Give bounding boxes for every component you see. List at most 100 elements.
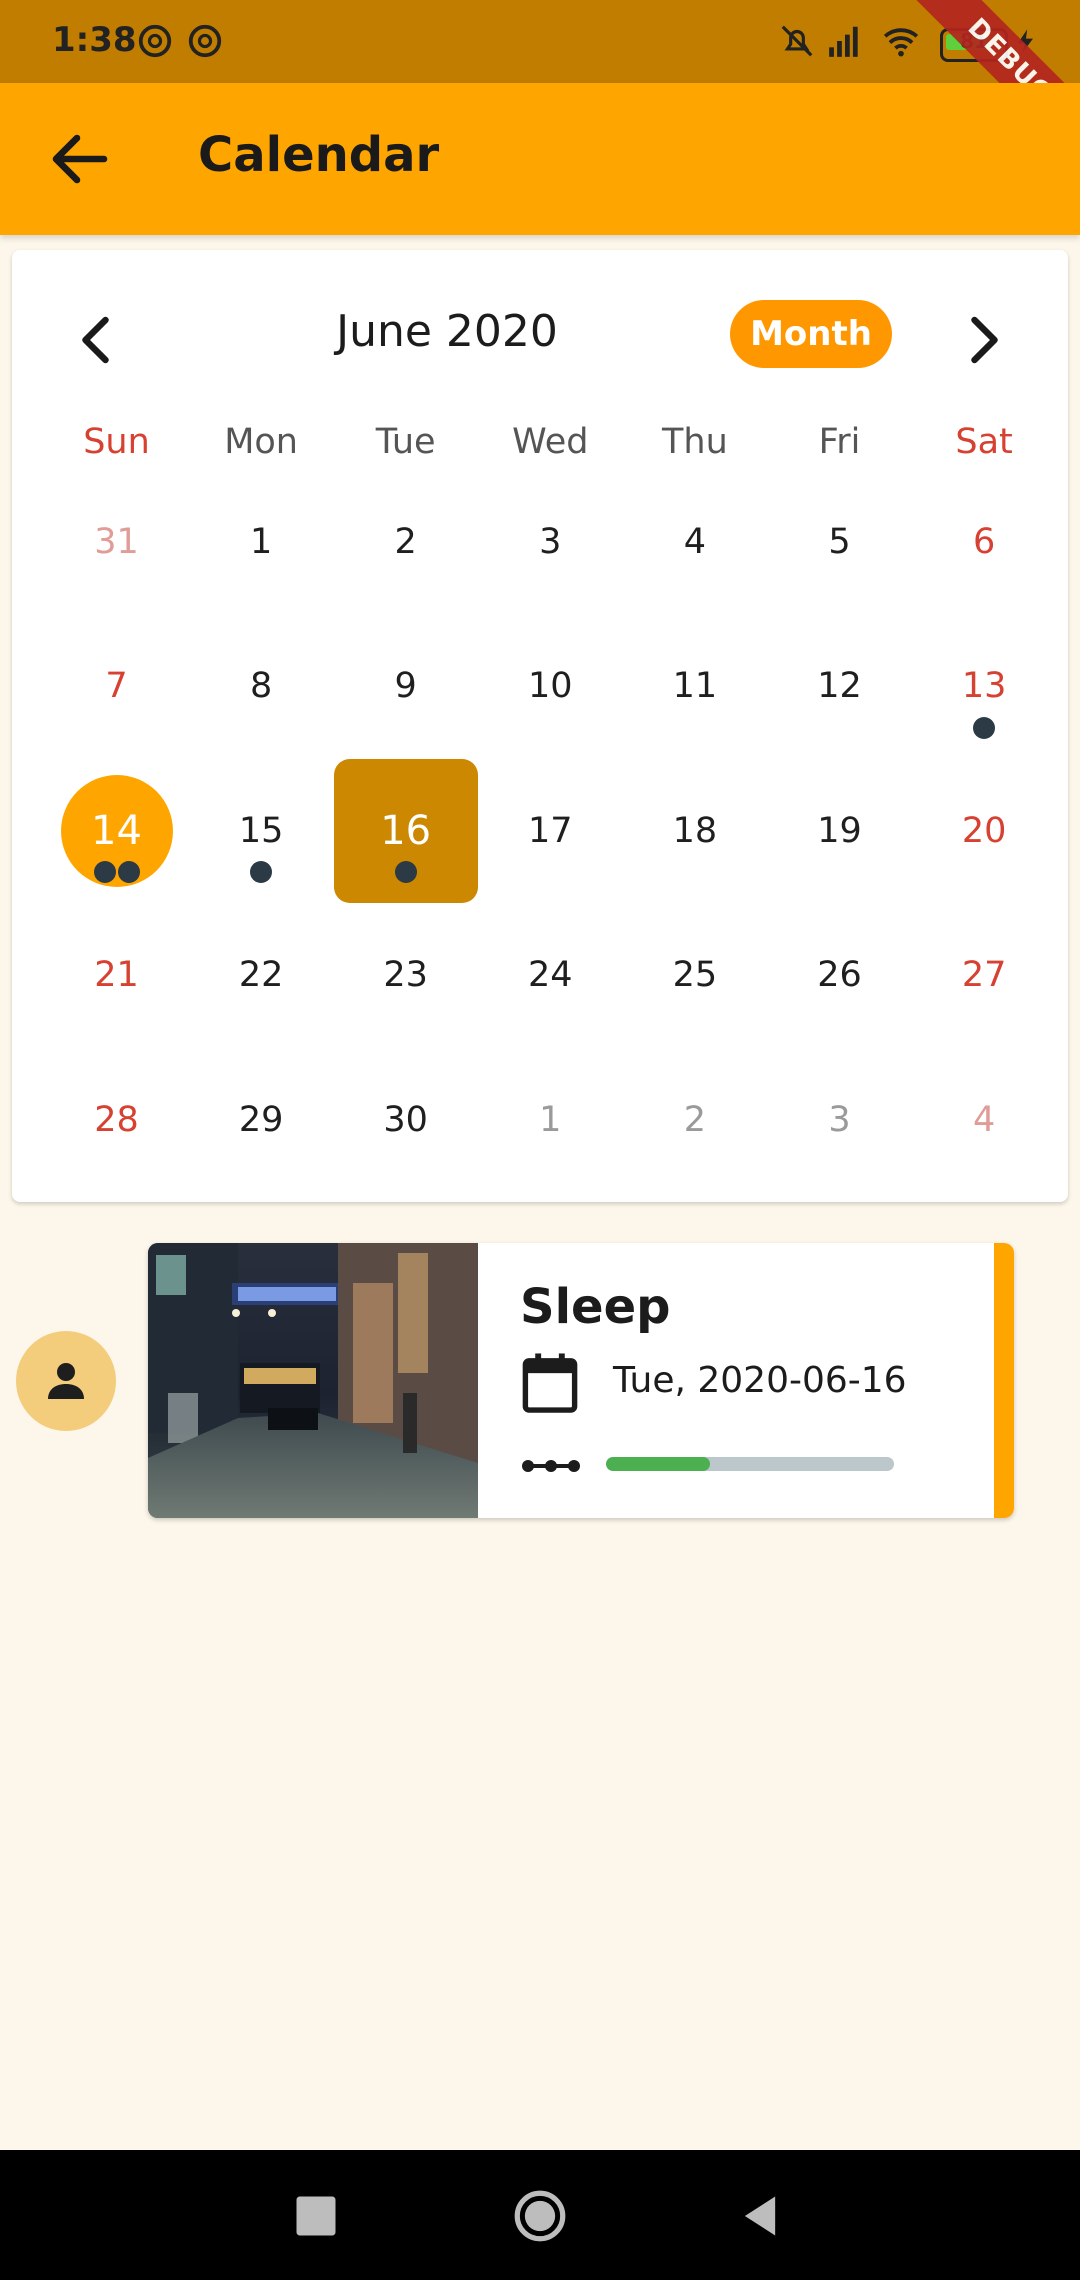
event-markers — [333, 861, 478, 884]
day-cell[interactable]: 17 — [478, 758, 623, 903]
calendar-icon — [522, 1353, 578, 1413]
day-number: 25 — [672, 955, 718, 996]
day-cell[interactable]: 11 — [622, 614, 767, 759]
day-number: 28 — [94, 1099, 139, 1140]
day-cell[interactable]: 29 — [189, 1047, 334, 1192]
weekday-fri: Fri — [818, 422, 861, 462]
format-button[interactable]: Month — [730, 300, 892, 368]
day-cell[interactable]: 31 — [44, 469, 189, 614]
event-accent-bar — [994, 1243, 1014, 1518]
day-cell[interactable]: 26 — [767, 903, 912, 1048]
event-markers — [44, 861, 189, 884]
notification-icon — [138, 24, 172, 58]
home-icon[interactable] — [514, 2190, 566, 2242]
day-number: 4 — [972, 1099, 996, 1140]
day-number: 10 — [528, 666, 573, 707]
event-marker-dot — [117, 861, 140, 884]
system-nav-bar — [0, 2150, 1080, 2280]
day-cell[interactable]: 3 — [767, 1047, 912, 1192]
day-cell[interactable]: 22 — [189, 903, 334, 1048]
day-number: 11 — [672, 666, 718, 707]
day-cell[interactable]: 27 — [912, 903, 1057, 1048]
day-number: 12 — [817, 666, 862, 707]
day-number: 19 — [817, 810, 862, 851]
chevron-right-icon[interactable] — [952, 310, 1012, 370]
day-number: 3 — [828, 1099, 851, 1140]
day-number: 1 — [249, 521, 273, 562]
person-icon — [48, 1363, 84, 1399]
day-number: 2 — [394, 521, 417, 562]
weekday-tue: Tue — [375, 422, 436, 462]
day-cell[interactable]: 23 — [333, 903, 478, 1048]
day-cell[interactable]: 4 — [622, 469, 767, 614]
day-number: 20 — [961, 810, 1007, 851]
day-cell[interactable]: 19 — [767, 758, 912, 903]
day-cell[interactable]: 18 — [622, 758, 767, 903]
day-number: 5 — [828, 521, 851, 562]
recents-icon[interactable] — [290, 2190, 342, 2242]
weekday-sat: Sat — [955, 422, 1013, 462]
weekday-mon: Mon — [224, 422, 298, 462]
day-cell[interactable]: 25 — [622, 903, 767, 1048]
day-cell[interactable]: 8 — [189, 614, 334, 759]
day-cell[interactable]: 30 — [333, 1047, 478, 1192]
day-cell[interactable]: 13 — [912, 614, 1057, 759]
avatar[interactable] — [16, 1331, 116, 1431]
day-cell[interactable]: 21 — [44, 903, 189, 1048]
day-number: 15 — [238, 810, 284, 851]
day-cell[interactable]: 1 — [478, 1047, 623, 1192]
event-date: Tue, 2020-06-16 — [613, 1360, 907, 1401]
day-cell[interactable]: 6 — [912, 469, 1057, 614]
day-cell[interactable]: 2 — [622, 1047, 767, 1192]
weekday-sun: Sun — [83, 422, 150, 462]
day-cell[interactable]: 9 — [333, 614, 478, 759]
calendar-card: June 2020 Month Sun Mon Tue Wed Thu Fri Sat 31… — [12, 250, 1068, 1202]
event-card[interactable]: Sleep Tue, 2020-06-16 — [148, 1243, 1014, 1518]
day-cell[interactable]: 5 — [767, 469, 912, 614]
day-number: 16 — [380, 807, 432, 854]
day-cell[interactable]: 15 — [189, 758, 334, 903]
mute-icon — [781, 25, 813, 57]
day-cell[interactable]: 3 — [478, 469, 623, 614]
day-number: 3 — [539, 521, 562, 562]
day-cell[interactable]: 28 — [44, 1047, 189, 1192]
status-bar: 1:38 81 — [0, 0, 1080, 83]
progress-fill — [606, 1457, 710, 1471]
day-number: 2 — [683, 1099, 707, 1140]
day-number: 8 — [249, 666, 273, 707]
day-cell-today[interactable]: 14 — [44, 758, 189, 903]
event-marker-dot — [250, 861, 273, 884]
day-cell[interactable]: 20 — [912, 758, 1057, 903]
day-number: 31 — [94, 521, 139, 562]
progress-icon — [522, 1460, 580, 1472]
day-cell[interactable]: 10 — [478, 614, 623, 759]
day-cell[interactable]: 24 — [478, 903, 623, 1048]
day-number: 13 — [961, 666, 1007, 707]
event-marker-dot — [93, 861, 116, 884]
day-number: 14 — [91, 807, 142, 854]
weekday-wed: Wed — [512, 422, 589, 462]
signal-icon — [829, 26, 858, 57]
event-title: Sleep — [520, 1279, 671, 1335]
day-number: 7 — [105, 666, 128, 707]
day-number: 21 — [94, 955, 139, 996]
day-cell[interactable]: 7 — [44, 614, 189, 759]
day-cell-selected[interactable]: 16 — [333, 758, 478, 903]
day-cell[interactable]: 2 — [333, 469, 478, 614]
status-time: 1:38 — [52, 20, 137, 60]
day-cell[interactable]: 1 — [189, 469, 334, 614]
wifi-icon — [883, 28, 919, 57]
event-marker-dot — [973, 716, 996, 739]
day-cell[interactable]: 12 — [767, 614, 912, 759]
event-marker-dot — [394, 861, 417, 884]
day-number: 30 — [383, 1099, 428, 1140]
day-number: 6 — [972, 521, 996, 562]
progress-bar — [606, 1457, 894, 1471]
day-cell[interactable]: 4 — [912, 1047, 1057, 1192]
day-number: 17 — [528, 810, 573, 851]
day-number: 27 — [961, 955, 1007, 996]
arrow-back-icon[interactable] — [44, 123, 116, 195]
event-markers — [189, 861, 334, 884]
back-icon[interactable] — [734, 2190, 786, 2242]
day-number: 18 — [672, 810, 718, 851]
